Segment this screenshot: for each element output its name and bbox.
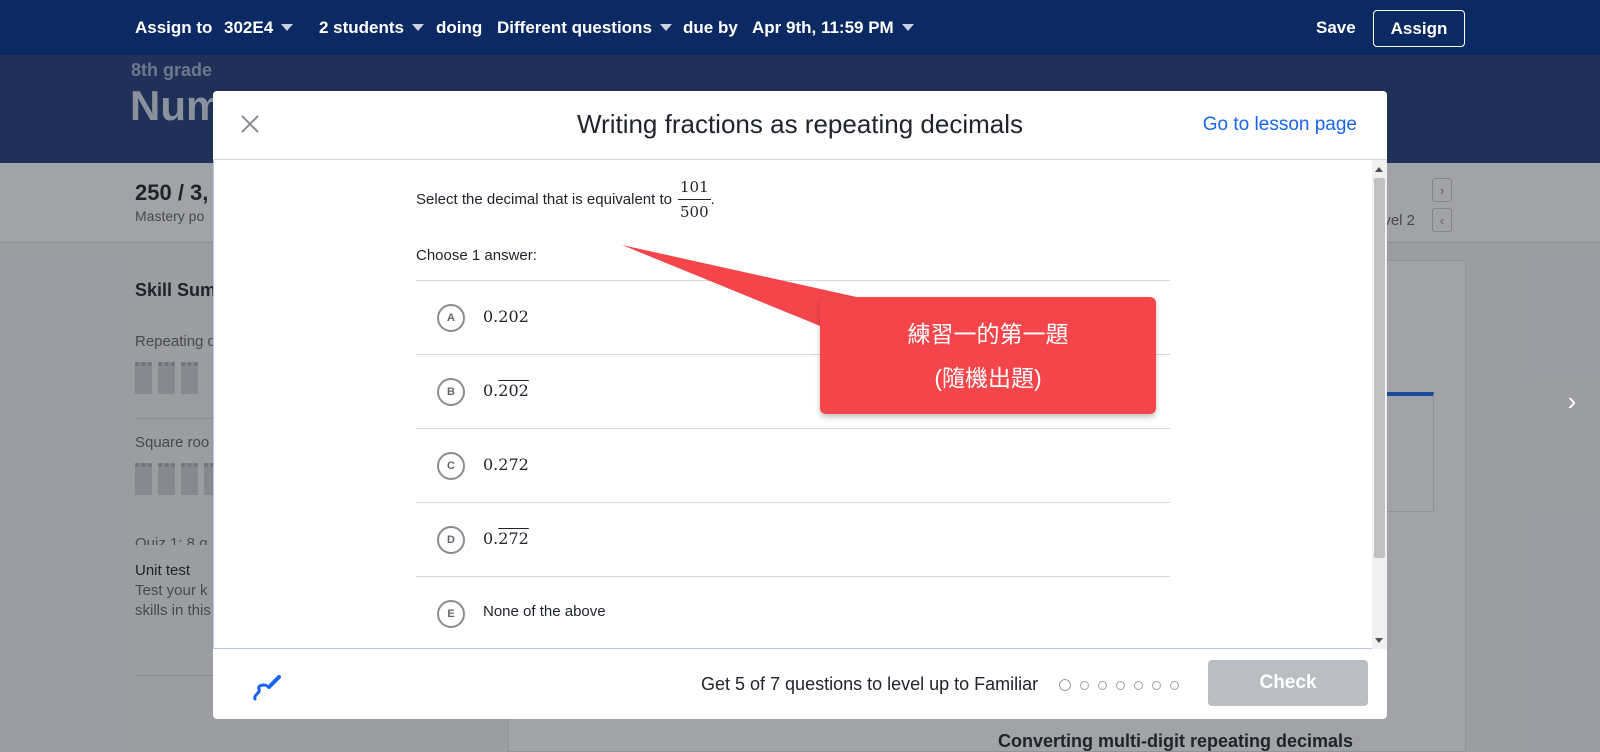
answer-choice-c[interactable]: C 0.272	[416, 428, 1170, 502]
progress-dot	[1098, 680, 1107, 690]
caret-down-icon	[281, 24, 294, 31]
progress-dot	[1170, 680, 1179, 690]
scroll-up-icon[interactable]	[1375, 167, 1383, 172]
modal-footer: Get 5 of 7 questions to level up to Fami…	[213, 649, 1387, 719]
chevron-right-icon[interactable]: ›	[1562, 386, 1582, 416]
choice-value: 0.202	[483, 381, 529, 400]
modal-scrollbar[interactable]	[1372, 160, 1387, 649]
question-prefix: Select the decimal that is equivalent to	[416, 191, 672, 208]
questions-value: Different questions	[497, 17, 652, 37]
choice-letter: D	[437, 526, 465, 554]
annotation-line-2: (隨機出題)	[934, 364, 1042, 391]
assignment-bar: Assign to 302E4 2 students doing Differe…	[0, 0, 1600, 55]
exercise-modal: Writing fractions as repeating decimals …	[213, 91, 1387, 719]
save-button[interactable]: Save	[1316, 0, 1356, 55]
due-date-dropdown[interactable]: Apr 9th, 11:59 PM	[752, 0, 914, 55]
progress-dot	[1116, 680, 1125, 690]
choice-value: None of the above	[483, 603, 606, 620]
scroll-down-icon[interactable]	[1375, 638, 1383, 643]
answer-choice-e[interactable]: E None of the above	[416, 576, 1170, 650]
question-progress-dots	[1059, 679, 1179, 691]
check-button[interactable]: Check	[1208, 660, 1368, 706]
progress-dot	[1080, 680, 1089, 690]
students-value: 2 students	[319, 17, 405, 37]
choice-letter: E	[437, 600, 465, 628]
answer-choice-d[interactable]: D 0.272	[416, 502, 1170, 576]
assign-button[interactable]: Assign	[1373, 10, 1465, 47]
due-by-label: due by	[683, 17, 738, 37]
exercise-body: Select the decimal that is equivalent to…	[213, 160, 1387, 649]
students-dropdown[interactable]: 2 students	[319, 0, 425, 55]
assign-to-label: Assign to	[135, 17, 213, 37]
doing-label: doing	[436, 17, 483, 37]
choice-letter: A	[437, 304, 465, 332]
choice-letter: C	[437, 452, 465, 480]
annotation-line-1: 練習一的第一題	[907, 320, 1069, 347]
question-fraction: 101 500	[677, 178, 711, 221]
choice-value: 0.202	[483, 307, 529, 326]
level-up-goal-text: Get 5 of 7 questions to level up to Fami…	[701, 674, 1039, 694]
choice-value: 0.272	[483, 529, 529, 548]
fraction-numerator: 101	[677, 178, 711, 200]
go-to-lesson-link[interactable]: Go to lesson page	[1203, 114, 1357, 136]
caret-down-icon	[412, 24, 425, 31]
questions-dropdown[interactable]: Different questions	[497, 0, 672, 55]
question-suffix: .	[710, 191, 715, 208]
progress-dot	[1059, 679, 1071, 691]
due-date-value: Apr 9th, 11:59 PM	[752, 17, 894, 37]
modal-header: Writing fractions as repeating decimals …	[213, 91, 1387, 160]
caret-down-icon	[901, 24, 914, 31]
choose-label: Choose 1 answer:	[416, 247, 537, 264]
scrollbar-thumb[interactable]	[1374, 178, 1385, 558]
fraction-denominator: 500	[679, 203, 709, 221]
progress-dot	[1134, 680, 1143, 690]
choice-value: 0.272	[483, 455, 529, 474]
annotation-callout: 練習一的第一題 (隨機出題)	[820, 297, 1156, 414]
caret-down-icon	[659, 24, 672, 31]
question-text: Select the decimal that is equivalent to…	[416, 178, 715, 221]
progress-dot	[1152, 680, 1161, 690]
scratchpad-pencil-icon[interactable]	[249, 671, 283, 705]
class-value: 302E4	[224, 17, 274, 37]
class-dropdown[interactable]: 302E4	[224, 0, 294, 55]
choice-letter: B	[437, 378, 465, 406]
